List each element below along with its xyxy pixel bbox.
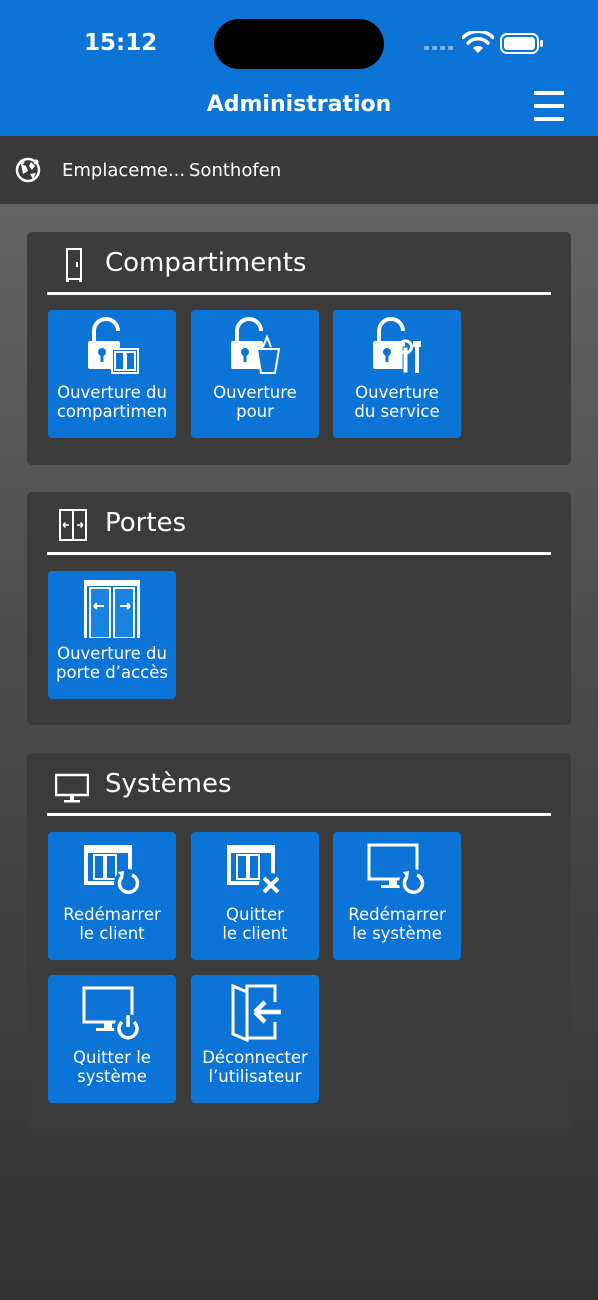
hamburger-menu-icon[interactable]	[532, 90, 564, 122]
tile-label-line2: le système	[352, 924, 442, 943]
restart-system-icon	[367, 843, 427, 897]
quit-client-button[interactable]: Quitter le client	[191, 832, 319, 960]
tile-label-line1: Quitter	[226, 905, 284, 924]
restart-client-button[interactable]: Redémarrer le client	[48, 832, 176, 960]
logout-user-button[interactable]: Déconnecter l’utilisateur	[191, 975, 319, 1103]
open-service-button[interactable]: Ouverture du service	[333, 310, 461, 438]
tile-label-line1: Ouverture	[355, 383, 439, 402]
unlock-lockers-icon	[88, 317, 139, 374]
tile-label-line2: le client	[79, 924, 145, 943]
tile-label-line2: compartimen	[56, 402, 168, 421]
quit-client-icon	[227, 845, 283, 897]
wifi-icon	[462, 31, 494, 53]
battery-icon	[500, 33, 543, 54]
tile-label-line1: Redémarrer	[348, 905, 446, 924]
tile-label-line2: porte d’accès	[56, 663, 168, 682]
section-title: Compartiments	[105, 248, 307, 278]
unlock-cleaning-icon	[231, 317, 281, 374]
location-value[interactable]: Sonthofen	[189, 160, 281, 181]
shutdown-system-icon	[82, 986, 142, 1042]
section-systemes: Systèmes Redémarrer le client Quitter le…	[27, 753, 571, 1130]
unlock-tools-icon	[373, 317, 421, 374]
tile-label-line1: Quitter le	[73, 1048, 151, 1067]
section-divider	[47, 552, 551, 555]
section-divider	[47, 813, 551, 816]
section-compartiments: Compartiments Ouverture du compartimen O…	[27, 232, 571, 465]
tile-label-line1: Ouverture du	[57, 383, 167, 402]
sliding-door-open-icon	[82, 578, 142, 638]
tile-label-line2: du service	[354, 402, 440, 421]
section-divider	[47, 292, 551, 295]
logout-icon	[231, 983, 281, 1042]
open-compartment-button[interactable]: Ouverture du compartimen	[48, 310, 176, 438]
open-access-door-button[interactable]: Ouverture du porte d’accès	[48, 571, 176, 699]
shutdown-system-button[interactable]: Quitter le système	[48, 975, 176, 1103]
section-portes: Portes Ouverture du porte d’accès	[27, 492, 571, 725]
open-for-button[interactable]: Ouverture pour	[191, 310, 319, 438]
tile-label-line1: Redémarrer	[63, 905, 161, 924]
tile-label-line1: Déconnecter	[202, 1048, 308, 1067]
dynamic-island	[214, 19, 384, 69]
status-time: 15:12	[84, 30, 158, 56]
tile-label-line2: pour	[236, 402, 274, 421]
location-label: Emplaceme...	[62, 160, 186, 181]
location-map-icon	[15, 157, 41, 183]
tile-label-line2: système	[77, 1067, 147, 1086]
restart-client-icon	[84, 845, 142, 897]
section-title: Systèmes	[105, 769, 232, 799]
tile-label-line2: le client	[222, 924, 288, 943]
tile-label-line2: l’utilisateur	[208, 1067, 302, 1086]
locker-icon	[66, 248, 82, 282]
page-title: Administration	[206, 92, 392, 117]
cellular-signal-icon	[424, 40, 454, 50]
sliding-door-icon	[59, 509, 87, 541]
tile-label-line1: Ouverture du	[57, 644, 167, 663]
section-title: Portes	[105, 508, 187, 538]
monitor-icon	[55, 773, 89, 803]
restart-system-button[interactable]: Redémarrer le système	[333, 832, 461, 960]
tile-label-line1: Ouverture	[213, 383, 297, 402]
